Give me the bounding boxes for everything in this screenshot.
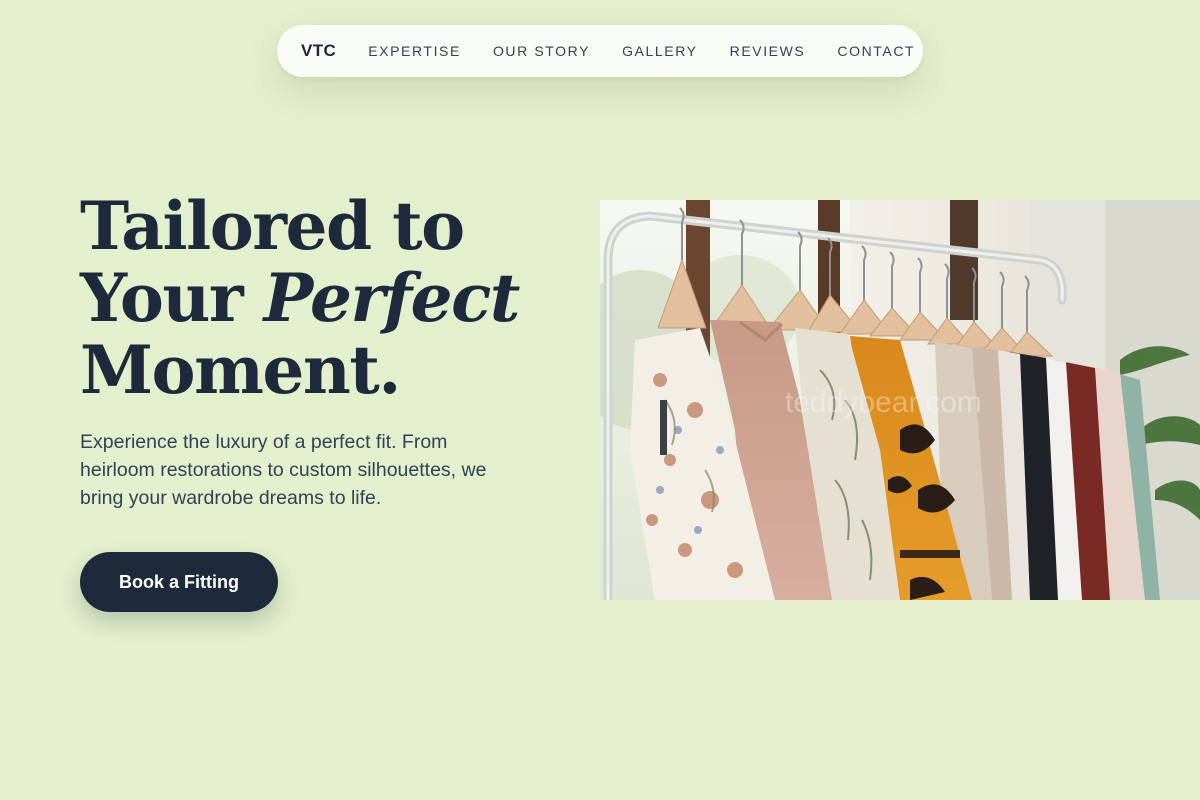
nav-link-our-story[interactable]: OUR STORY	[493, 43, 590, 59]
image-watermark: teddybear.com	[785, 386, 982, 419]
hero-photo-clothing-rack: teddybear.com	[600, 200, 1200, 600]
headline-line-3: Moment.	[80, 331, 401, 409]
headline-line-1: Tailored to	[80, 187, 465, 265]
brand-logo[interactable]: VTC	[301, 41, 336, 61]
headline-line-2: Your Perfect	[80, 262, 580, 334]
headline-line-2-plain: Your	[80, 259, 264, 337]
nav-link-contact[interactable]: CONTACT	[837, 43, 915, 59]
hero-headline: Tailored to Your Perfect Moment.	[80, 190, 580, 406]
nav-link-expertise[interactable]: EXPERTISE	[368, 43, 461, 59]
hero-lead-text: Experience the luxury of a perfect fit. …	[80, 431, 487, 509]
nav-link-gallery[interactable]: GALLERY	[622, 43, 698, 59]
nav-link-reviews[interactable]: REVIEWS	[730, 43, 806, 59]
headline-emphasis: Perfect	[263, 259, 521, 337]
book-fitting-button[interactable]: Book a Fitting	[80, 552, 278, 612]
top-nav: VTC EXPERTISE OUR STORY GALLERY REVIEWS …	[277, 25, 923, 77]
